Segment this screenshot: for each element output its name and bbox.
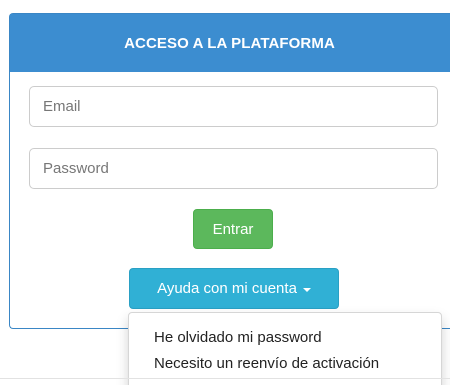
divider	[0, 378, 450, 379]
password-field[interactable]: Password	[29, 148, 438, 189]
login-page: ACCESO A LA PLATAFORMA Email Password En…	[0, 0, 450, 385]
account-help-label: Ayuda con mi cuenta	[157, 280, 297, 297]
account-help-menu: He olvidado mi password Necesito un reen…	[128, 312, 442, 385]
login-button[interactable]: Entrar	[193, 209, 273, 249]
password-placeholder: Password	[43, 160, 109, 177]
email-placeholder: Email	[43, 98, 81, 115]
caret-down-icon	[302, 287, 311, 292]
email-field[interactable]: Email	[29, 86, 438, 127]
menu-item-forgot-password[interactable]: He olvidado mi password	[129, 324, 441, 350]
menu-item-resend-activation[interactable]: Necesito un reenvío de activación	[129, 350, 441, 376]
login-panel: ACCESO A LA PLATAFORMA Email Password En…	[9, 13, 450, 329]
account-help-dropdown-button[interactable]: Ayuda con mi cuenta	[129, 268, 339, 309]
panel-title: ACCESO A LA PLATAFORMA	[10, 14, 450, 72]
